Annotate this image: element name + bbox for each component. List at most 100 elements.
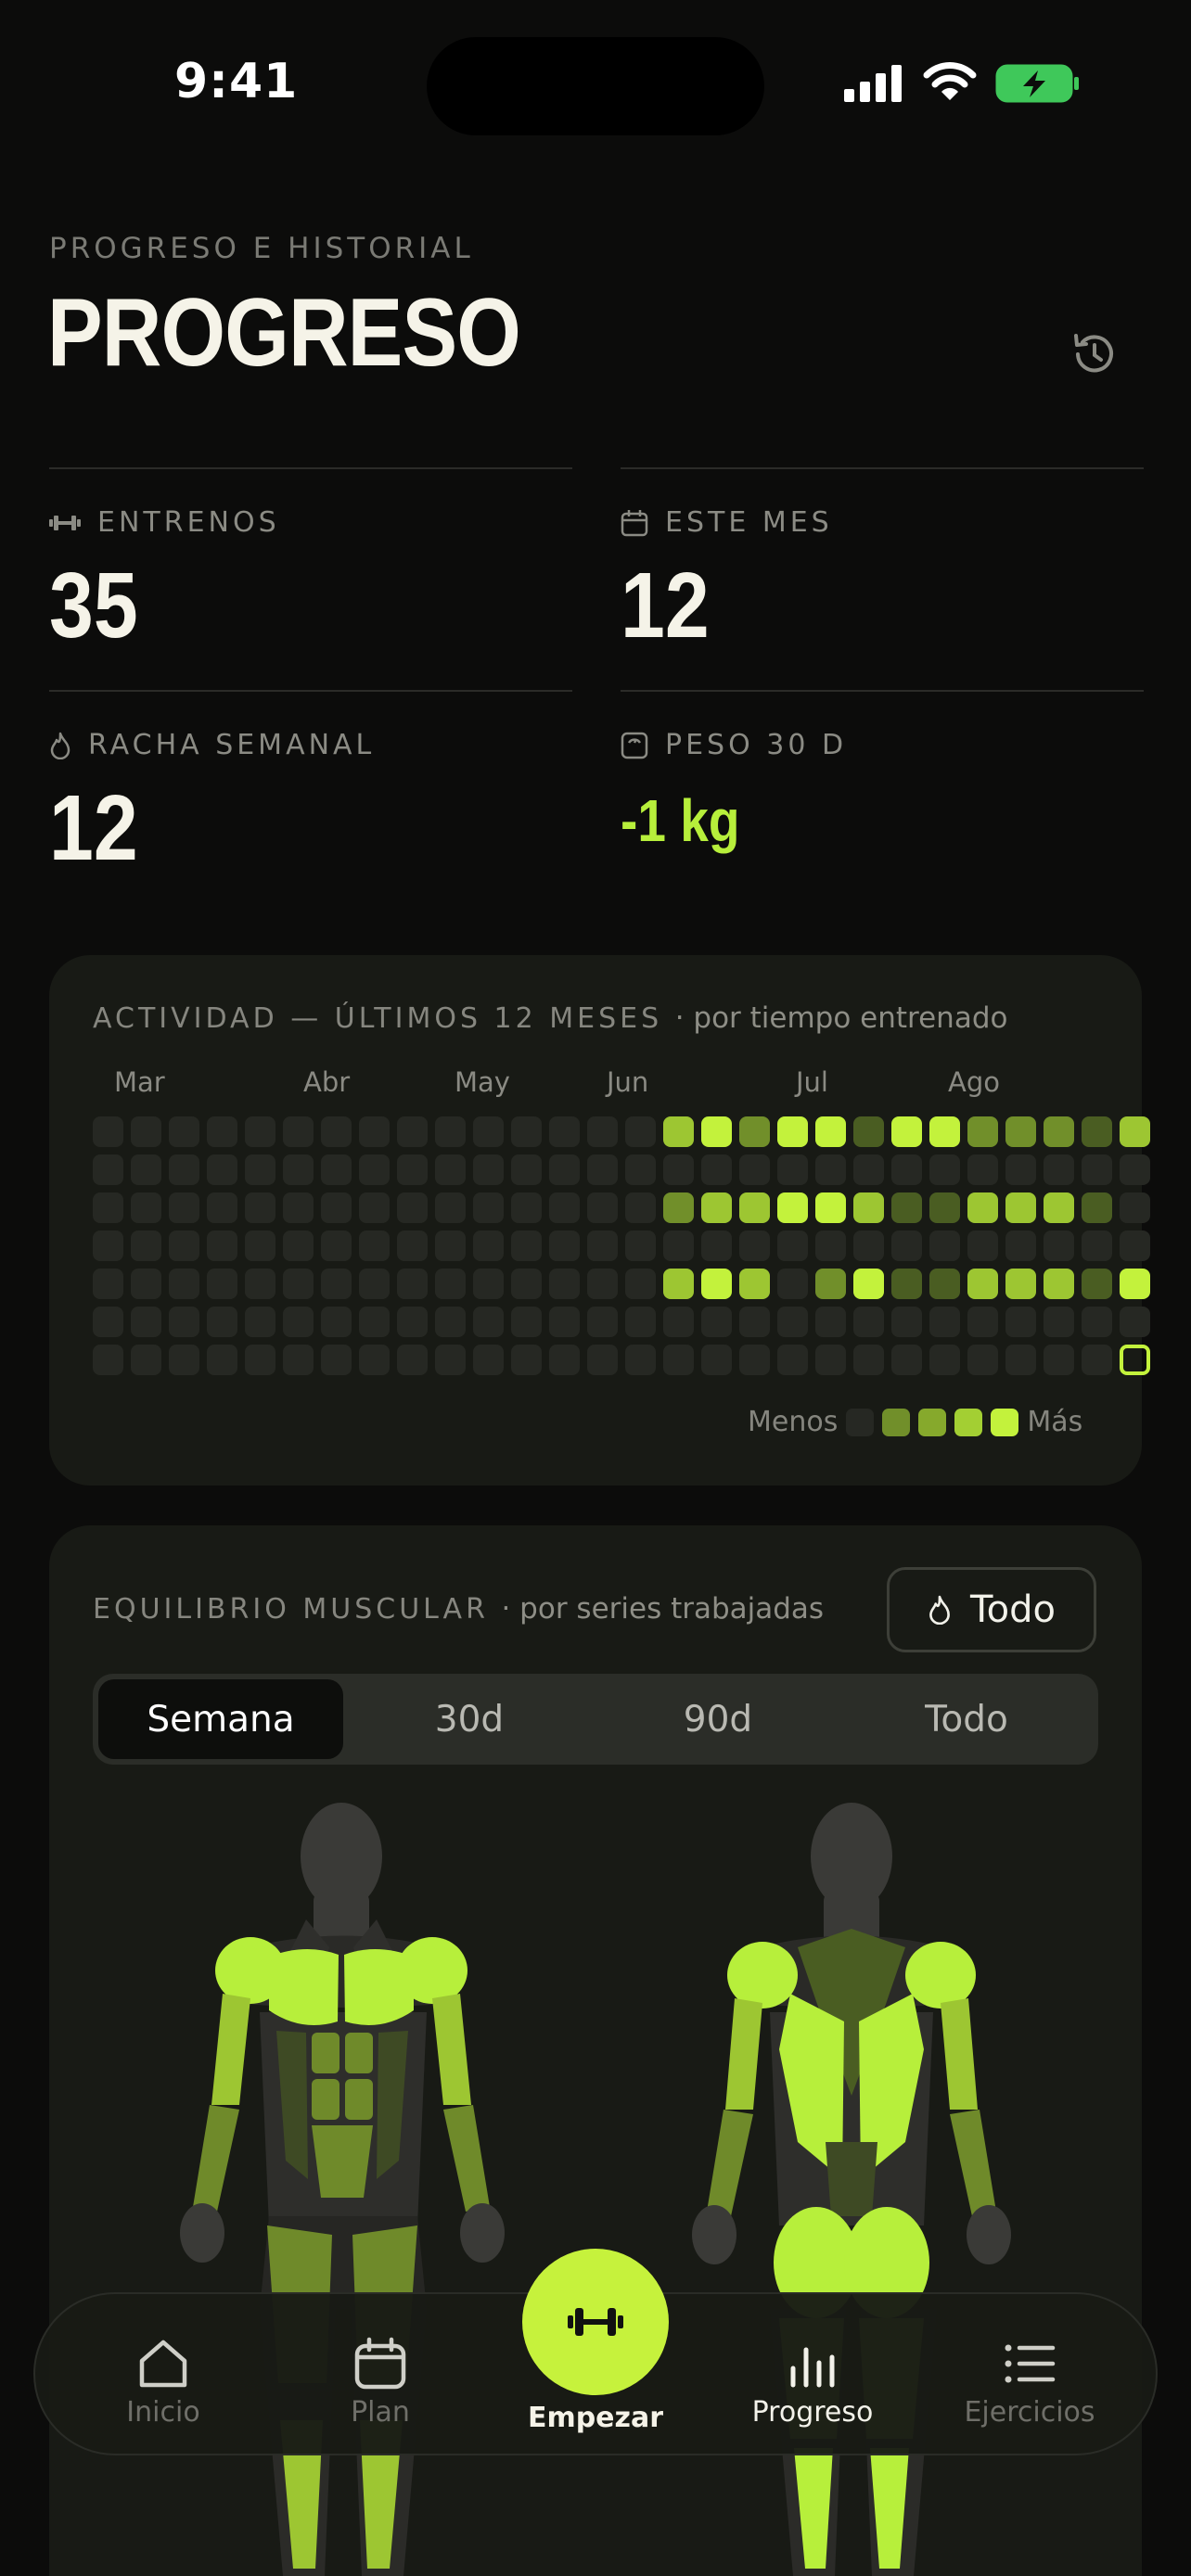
status-time: 9:41 [174,54,299,109]
heatmap-cell [397,1307,428,1337]
heatmap-cell [777,1269,808,1299]
heatmap-cell [625,1269,656,1299]
heatmap-cell [321,1269,352,1299]
heatmap-cell [131,1231,161,1261]
heatmap-cell [853,1345,884,1375]
heatmap-cell [245,1154,275,1185]
heatmap-cell [207,1192,237,1223]
heatmap-cell [93,1345,123,1375]
legend-swatch [882,1408,911,1436]
start-workout-button[interactable] [522,2249,669,2395]
tab-30d[interactable]: 30d [347,1679,592,1759]
heatmap-cell [245,1116,275,1147]
heatmap-cell [815,1345,846,1375]
heatmap-cell [169,1345,199,1375]
heatmap-cell [283,1269,314,1299]
page-eyebrow: PROGRESO E HISTORIAL [49,232,474,265]
heatmap-cell [663,1116,694,1147]
heatmap-cell [1082,1116,1112,1147]
heatmap-cell [625,1116,656,1147]
heatmap-cell [283,1307,314,1337]
heatmap-cell [739,1231,770,1261]
heatmap-cell [473,1231,504,1261]
heatmap-cell [93,1154,123,1185]
heatmap-cell [435,1345,466,1375]
heatmap-cell [397,1345,428,1375]
tab-ejercicios[interactable]: Ejercicios [937,2331,1122,2429]
heatmap-cell [929,1116,960,1147]
heatmap-cell [739,1269,770,1299]
heatmap-cell [1044,1269,1074,1299]
heatmap-cell [891,1192,922,1223]
heatmap-cell [967,1154,998,1185]
stat-weekly-streak: RACHA SEMANAL 12 [49,690,572,914]
heatmap-cell [283,1116,314,1147]
stat-value: 35 [49,554,138,657]
heatmap-cell [359,1307,390,1337]
heatmap-cell [321,1345,352,1375]
heatmap-cell [169,1154,199,1185]
heatmap-cell [321,1231,352,1261]
tab-semana[interactable]: Semana [98,1679,343,1759]
heatmap-cell [473,1307,504,1337]
heatmap-cell [511,1307,542,1337]
muscle-filter-button[interactable]: Todo [887,1567,1096,1652]
heatmap-cell [853,1269,884,1299]
dynamic-island [427,37,764,135]
heatmap-cell [131,1307,161,1337]
heatmap-cell [473,1154,504,1185]
heatmap-cell [1120,1269,1150,1299]
heatmap-cell [625,1154,656,1185]
tab-progreso[interactable]: Progreso [720,2331,905,2429]
stat-label: RACHA SEMANAL [88,729,376,761]
history-button[interactable] [1067,326,1122,382]
heatmap-cell [549,1345,580,1375]
list-icon [1005,2344,1056,2383]
heatmap-cell [663,1345,694,1375]
heatmap-cell [207,1307,237,1337]
heatmap-cell [1082,1231,1112,1261]
heatmap-cell [511,1154,542,1185]
heatmap-cell [929,1345,960,1375]
heatmap-cell [853,1307,884,1337]
tab-todo[interactable]: Todo [844,1679,1089,1759]
stat-value: -1 kg [621,787,740,854]
heatmap-cell [891,1116,922,1147]
legend-swatch [991,1408,1019,1436]
muscle-map-front [180,1803,505,2576]
heatmap-cell [207,1345,237,1375]
flame-icon [50,732,70,759]
heatmap-cell [549,1269,580,1299]
heatmap-cell [929,1307,960,1337]
month-labels: Mar Abr May Jun Jul Ago [44,1066,1064,1103]
heatmap-cell [1005,1116,1036,1147]
heatmap-cell [891,1231,922,1261]
heatmap-cell [1044,1192,1074,1223]
heatmap-cell [511,1345,542,1375]
heatmap-cell [207,1154,237,1185]
heatmap-cell [739,1192,770,1223]
heatmap-cell [93,1192,123,1223]
heatmap-cell [663,1154,694,1185]
heatmap-cell [245,1307,275,1337]
heatmap-cell [435,1116,466,1147]
stat-label: PESO 30 D [665,729,848,761]
tab-label: Inicio [126,2396,200,2429]
heatmap-cell [587,1345,618,1375]
tab-plan[interactable]: Plan [288,2331,473,2429]
heatmap-cell [1082,1192,1112,1223]
heatmap-cell [435,1231,466,1261]
heatmap-cell [967,1307,998,1337]
heatmap-cell [777,1307,808,1337]
heatmap-cell [701,1116,732,1147]
heatmap-cell [701,1345,732,1375]
tab-90d[interactable]: 90d [596,1679,840,1759]
bar-chart-icon [790,2347,835,2388]
heatmap-cell [359,1345,390,1375]
page-title: PROGRESO [47,279,521,387]
month-label: Jul [796,1066,828,1098]
month-label: May [455,1066,510,1098]
heatmap-cell [815,1231,846,1261]
tab-inicio[interactable]: Inicio [70,2331,256,2429]
heatmap-cell [207,1231,237,1261]
